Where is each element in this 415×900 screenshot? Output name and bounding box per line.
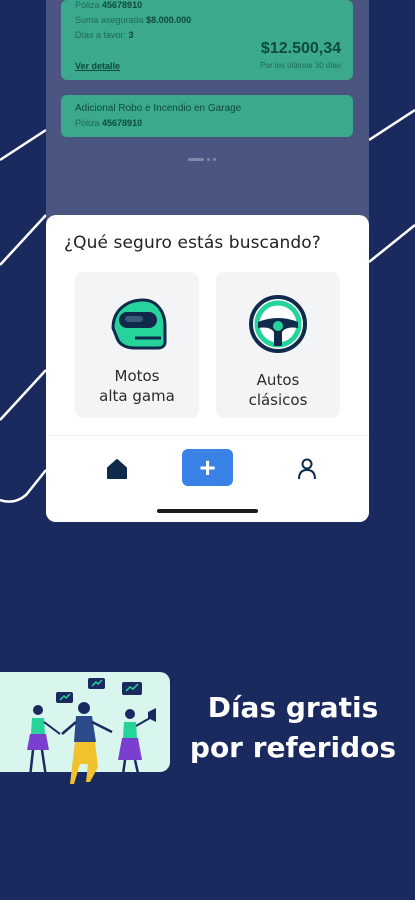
- referral-people-illustration: [27, 678, 156, 784]
- option-autos[interactable]: Autos clásicos: [216, 272, 340, 418]
- add-button[interactable]: +: [182, 449, 233, 486]
- extra-coverage-card[interactable]: Adicional Robo e Incendio en Garage Póli…: [61, 95, 353, 137]
- referral-promo-text: Días gratis por referidos: [189, 691, 397, 764]
- home-icon[interactable]: [106, 458, 128, 480]
- option-autos-label: Autos clásicos: [248, 371, 308, 409]
- panel-question: ¿Qué seguro estás buscando?: [64, 233, 321, 253]
- extra-coverage-title: Adicional Robo e Incendio en Garage: [75, 103, 242, 114]
- detail-link[interactable]: Ver detalle: [75, 61, 120, 71]
- home-indicator: [157, 509, 258, 513]
- amount-caption: Por los últimos 30 días: [260, 61, 341, 70]
- sum-row: Suma asegurada $8.000.000: [75, 15, 192, 25]
- policy-card[interactable]: Póliza 45678910 Suma asegurada $8.000.00…: [61, 0, 353, 80]
- steering-wheel-icon: [249, 295, 307, 353]
- days-row: Días a favor: 3: [75, 30, 134, 40]
- policy-row: Póliza 45678910: [75, 0, 143, 10]
- bottom-tab-bar: +: [46, 435, 369, 522]
- motorcycle-helmet-icon: [111, 298, 167, 350]
- carousel-dots: [188, 158, 216, 161]
- extra-policy-row: Póliza 45678910: [75, 118, 143, 128]
- policy-amount: $12.500,34: [260, 40, 341, 57]
- insurance-selector-panel: ¿Qué seguro estás buscando? Motos alta g…: [46, 215, 369, 522]
- user-icon[interactable]: [297, 458, 317, 480]
- option-motos[interactable]: Motos alta gama: [75, 272, 199, 418]
- option-motos-label: Motos alta gama: [99, 367, 175, 405]
